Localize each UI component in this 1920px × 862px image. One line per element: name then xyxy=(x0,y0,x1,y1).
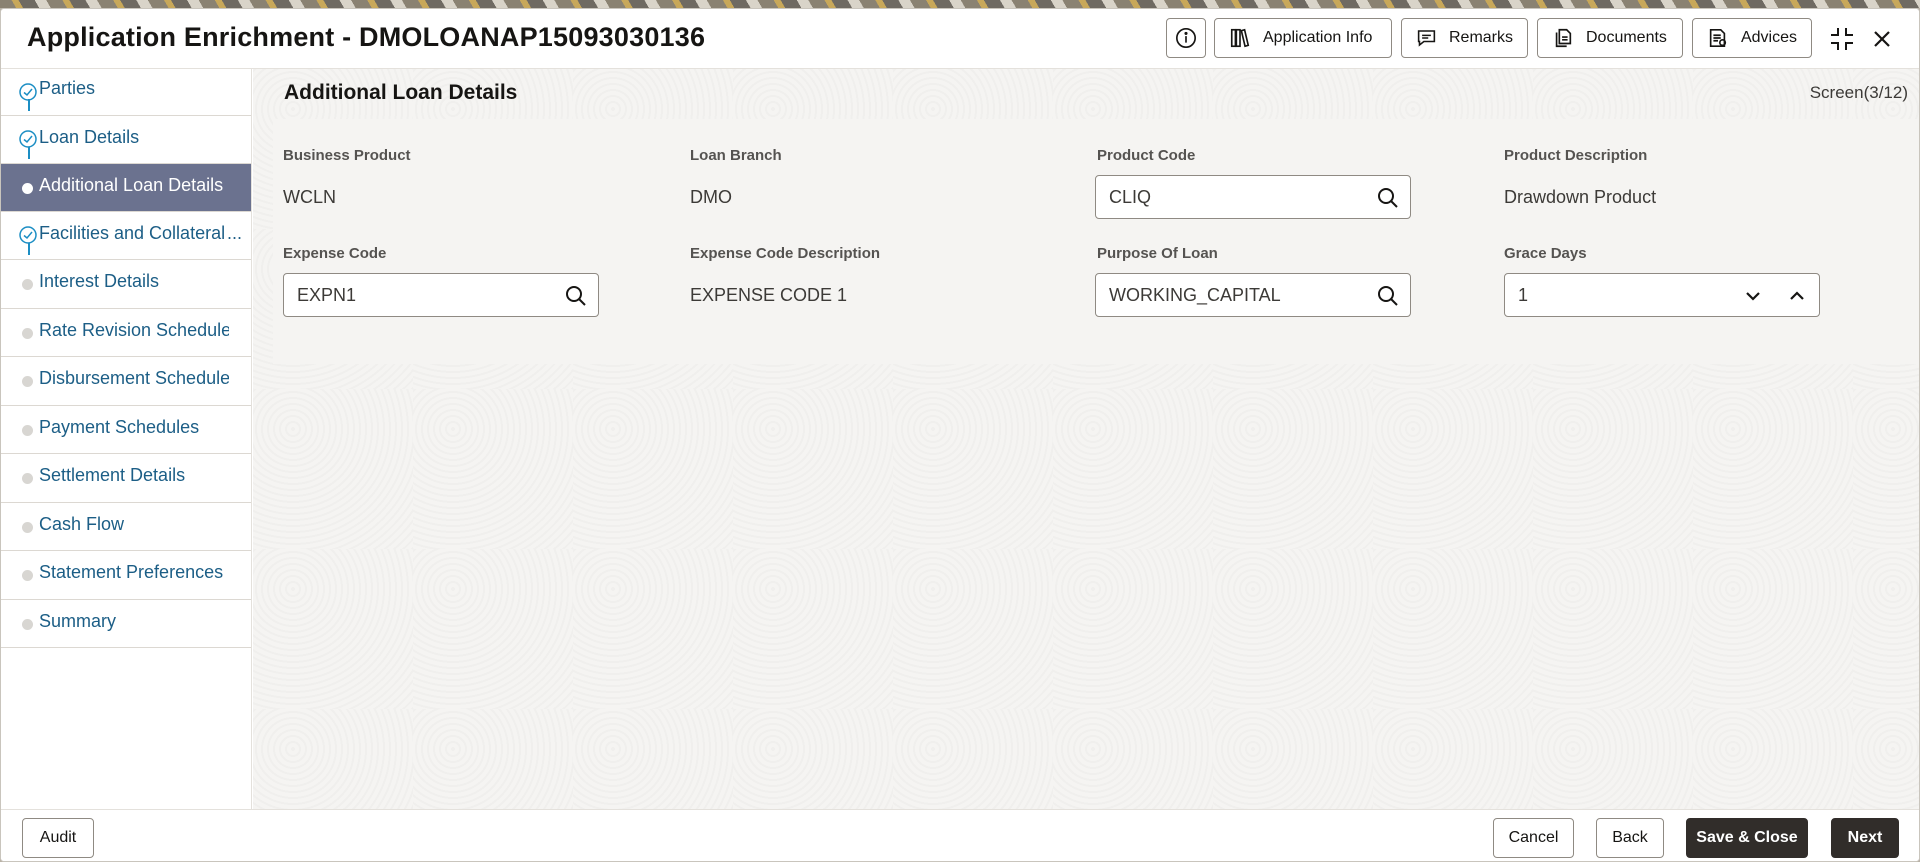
documents-button[interactable]: Documents xyxy=(1537,18,1683,58)
sidebar-item-label: Loan Details xyxy=(39,127,140,147)
grace-days-label: Grace Days xyxy=(1504,245,1587,262)
message-icon xyxy=(1417,30,1436,47)
application-window: Application Enrichment - DMOLOANAP150930… xyxy=(0,8,1920,862)
sidebar-item-label: Settlement Details xyxy=(39,465,186,485)
sidebar-item-interest-details[interactable]: Interest Details xyxy=(1,260,251,309)
chevron-down-icon[interactable] xyxy=(1741,284,1765,308)
application-info-label: Application Info xyxy=(1263,29,1373,46)
next-button[interactable]: Next xyxy=(1831,818,1899,858)
product-code-input[interactable]: CLIQ xyxy=(1095,175,1411,219)
search-icon[interactable] xyxy=(1376,186,1400,210)
expense-code-input[interactable]: EXPN1 xyxy=(283,273,599,317)
background-strip xyxy=(0,0,1920,8)
sidebar-item-facilities-and-collateral[interactable]: Facilities and Collateral ... xyxy=(1,212,251,260)
main-content: Additional Loan Details Screen(3/12) Bus… xyxy=(253,69,1919,809)
check-circle-icon xyxy=(19,130,37,148)
sidebar-item-payment-schedules[interactable]: Payment Schedules xyxy=(1,406,251,454)
sidebar-item-label: Payment Schedules xyxy=(39,417,200,437)
section-title: Additional Loan Details xyxy=(284,81,518,104)
window-title: Application Enrichment - DMOLOANAP150930… xyxy=(27,22,706,52)
truncation-ellipsis: ... xyxy=(227,223,243,243)
window-header: Application Enrichment - DMOLOANAP150930… xyxy=(1,9,1919,69)
pending-step-dot-icon xyxy=(22,570,33,581)
pending-step-dot-icon xyxy=(22,279,33,290)
pending-step-dot-icon xyxy=(22,473,33,484)
search-icon[interactable] xyxy=(1376,284,1400,308)
sidebar-item-label: Rate Revision Schedules xyxy=(39,320,229,340)
pending-step-dot-icon xyxy=(22,522,33,533)
screen-count: Screen(3/12) xyxy=(1809,83,1908,102)
sidebar-item-settlement-details[interactable]: Settlement Details xyxy=(1,454,251,503)
pending-step-dot-icon xyxy=(22,328,33,339)
active-step-dot-icon xyxy=(22,183,33,194)
sidebar-item-label: Disbursement Schedules xyxy=(39,368,229,388)
documents-label: Documents xyxy=(1586,29,1667,46)
sidebar-item-rate-revision-schedules[interactable]: Rate Revision Schedules xyxy=(1,309,251,357)
loan-branch-value: DMO xyxy=(690,187,732,207)
close-button[interactable] xyxy=(1868,25,1896,53)
window-footer: Audit Cancel Back Save & Close Next xyxy=(1,809,1919,861)
books-icon xyxy=(1230,28,1250,48)
expense-code-description-label: Expense Code Description xyxy=(690,245,881,262)
remarks-button[interactable]: Remarks xyxy=(1401,18,1528,58)
purpose-of-loan-label: Purpose Of Loan xyxy=(1097,245,1218,262)
pending-step-dot-icon xyxy=(22,425,33,436)
back-button[interactable]: Back xyxy=(1596,818,1664,858)
audit-button[interactable]: Audit xyxy=(22,818,94,858)
sidebar-item-summary[interactable]: Summary xyxy=(1,600,251,648)
sidebar-item-label: Cash Flow xyxy=(39,514,125,534)
info-icon xyxy=(1176,28,1196,48)
sidebar-item-label: Statement Preferences xyxy=(39,562,224,582)
collapse-icon xyxy=(1831,28,1853,50)
search-icon[interactable] xyxy=(564,284,588,308)
additional-loan-details-form: Business Product WCLN Loan Branch DMO Pr… xyxy=(273,119,1919,364)
product-description-value: Drawdown Product xyxy=(1504,187,1657,207)
product-code-value: CLIQ xyxy=(1109,187,1152,207)
info-button[interactable] xyxy=(1166,18,1206,58)
sidebar-item-cash-flow[interactable]: Cash Flow xyxy=(1,503,251,551)
cancel-button[interactable]: Cancel xyxy=(1493,818,1574,858)
train-stop-sidebar: Parties Loan Details Additional Loan Det… xyxy=(1,69,252,809)
check-circle-icon xyxy=(19,83,37,101)
close-icon xyxy=(1874,31,1890,47)
advices-button[interactable]: Advices xyxy=(1692,18,1812,58)
grace-days-stepper[interactable]: 1 xyxy=(1504,273,1820,317)
advices-icon xyxy=(1709,28,1727,48)
sidebar-item-label: Additional Loan Details xyxy=(39,175,224,195)
pending-step-dot-icon xyxy=(22,376,33,387)
sidebar-item-label: Interest Details xyxy=(39,271,160,291)
sidebar-item-label: Parties xyxy=(39,78,96,98)
sidebar-item-additional-loan-details[interactable]: Additional Loan Details xyxy=(1,164,251,212)
sidebar-item-loan-details[interactable]: Loan Details xyxy=(1,116,251,164)
sidebar-item-statement-preferences[interactable]: Statement Preferences xyxy=(1,551,251,600)
grace-days-value: 1 xyxy=(1518,285,1529,305)
pending-step-dot-icon xyxy=(22,619,33,630)
product-code-label: Product Code xyxy=(1097,147,1196,164)
purpose-of-loan-input[interactable]: WORKING_CAPITAL xyxy=(1095,273,1411,317)
sidebar-item-disbursement-schedules[interactable]: Disbursement Schedules xyxy=(1,357,251,406)
documents-icon xyxy=(1555,28,1572,48)
product-description-label: Product Description xyxy=(1504,147,1648,164)
expense-code-description-value: EXPENSE CODE 1 xyxy=(690,285,848,305)
sidebar-item-label: Summary xyxy=(39,611,117,631)
loan-branch-label: Loan Branch xyxy=(690,147,782,164)
remarks-label: Remarks xyxy=(1448,29,1513,46)
advices-label: Advices xyxy=(1740,29,1797,46)
chevron-up-icon[interactable] xyxy=(1785,284,1809,308)
sidebar-item-parties[interactable]: Parties xyxy=(1,69,251,116)
application-info-button[interactable]: Application Info xyxy=(1214,18,1392,58)
purpose-of-loan-value: WORKING_CAPITAL xyxy=(1109,285,1281,305)
check-circle-icon xyxy=(19,226,37,244)
expense-code-value: EXPN1 xyxy=(297,285,357,305)
expense-code-label: Expense Code xyxy=(283,245,387,262)
sidebar-item-label: Facilities and Collateral xyxy=(39,223,225,243)
save-and-close-button[interactable]: Save & Close xyxy=(1686,818,1808,858)
business-product-label: Business Product xyxy=(283,147,411,164)
minimize-button[interactable] xyxy=(1828,25,1856,53)
business-product-value: WCLN xyxy=(283,187,336,207)
